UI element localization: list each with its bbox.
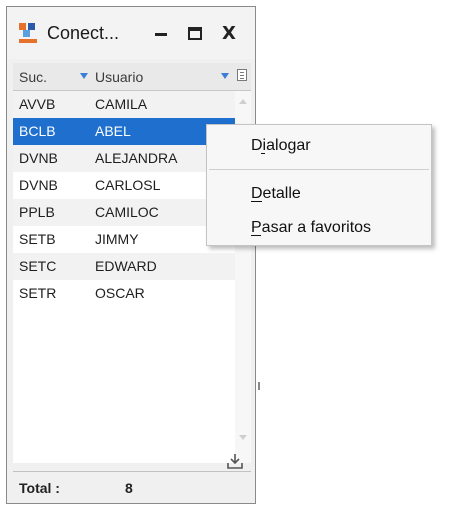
maximize-button[interactable] [183,21,207,45]
maximize-icon [188,26,202,40]
filter-icon[interactable] [221,73,229,79]
close-button[interactable]: X [217,21,241,45]
cell-usuario: CAMILOC [95,204,159,220]
minimize-button[interactable] [149,21,173,45]
table-row[interactable]: SETR OSCAR [13,280,235,307]
cell-usuario: CAMILA [95,96,148,112]
cell-usuario: ALEJANDRA [95,150,178,166]
cell-suc: DVNB [19,177,58,193]
window-title: Conect... [47,23,120,43]
column-header-usuario[interactable]: Usuario [95,69,143,85]
scroll-up-icon[interactable] [239,99,247,104]
cell-usuario: CARLOSL [95,177,161,193]
menu-item-pasar-a-favoritos[interactable]: Pasar a favoritos [251,219,371,237]
mnemonic-underline [251,201,262,202]
cell-suc: DVNB [19,150,58,166]
cell-suc: SETR [19,285,57,301]
table-header: Suc. Usuario [13,63,251,91]
mnemonic-underline [261,153,265,154]
column-menu-icon[interactable] [237,69,247,81]
menu-item-label: Dialogar [251,137,311,154]
table-row-selected[interactable]: BCLB ABEL [13,118,235,145]
mnemonic-underline [251,235,261,236]
menu-item-dialogar[interactable]: Dialogar [251,137,311,155]
filter-icon[interactable] [80,73,88,79]
table-row[interactable]: DVNB CARLOSL [13,172,235,199]
scroll-down-icon[interactable] [239,435,247,440]
minimize-icon [155,32,167,36]
total-value: 8 [125,480,133,496]
context-menu: Dialogar Detalle Pasar a favoritos [206,124,432,246]
table-row[interactable]: AVVB CAMILA [13,91,235,118]
cell-suc: SETB [19,231,56,247]
cell-suc: AVVB [19,96,56,112]
cell-suc: PPLB [19,204,55,220]
table-row[interactable]: PPLB CAMILOC [13,199,235,226]
cell-usuario: ABEL [95,123,131,139]
export-icon[interactable] [225,451,245,471]
close-icon: X [222,22,236,44]
connections-window: Conect... X Suc. Usuario AVVB CAMILA BCL… [6,6,256,504]
cell-suc: BCLB [19,123,56,139]
menu-item-label: Detalle [251,185,301,202]
cell-usuario: EDWARD [95,258,157,274]
table-footer: Total : 8 [13,471,251,500]
cell-suc: SETC [19,258,57,274]
title-bar[interactable]: Conect... X [7,7,255,59]
table-row[interactable]: SETB JIMMY [13,226,235,253]
cell-usuario: OSCAR [95,285,145,301]
table-row[interactable]: DVNB ALEJANDRA [13,145,235,172]
total-label: Total : [19,480,60,496]
divider [258,382,260,390]
column-header-suc[interactable]: Suc. [19,69,47,85]
table-row[interactable]: SETC EDWARD [13,253,235,280]
cell-usuario: JIMMY [95,231,139,247]
desktop: Conect... X Suc. Usuario AVVB CAMILA BCL… [0,0,454,508]
menu-separator [209,169,429,170]
app-logo-icon [19,23,37,43]
menu-item-label: Pasar a favoritos [251,219,372,236]
menu-item-detalle[interactable]: Detalle [251,185,301,203]
